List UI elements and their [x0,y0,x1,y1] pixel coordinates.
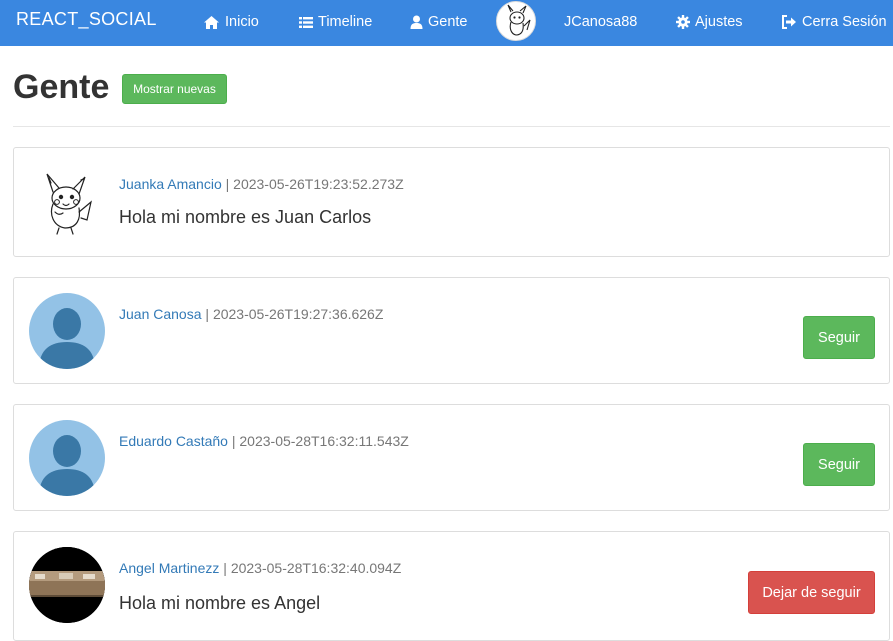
nav-label-gente: Gente [428,14,468,30]
post-meta: Angel Martinezz | 2023-05-28T16:32:40.09… [119,560,401,576]
person-avatar[interactable] [29,547,105,623]
unfollow-button[interactable]: Dejar de seguir [748,571,875,614]
list-icon [299,16,313,29]
post-timestamp: 2023-05-26T19:23:52.273Z [233,176,404,192]
nav-item-logout[interactable]: Cerra Sesión [781,11,887,33]
nav-user-avatar[interactable] [496,1,536,41]
nav-label-logout: Cerra Sesión [802,14,887,30]
meta-separator: | [205,306,210,322]
people-list-item: Angel Martinezz | 2023-05-28T16:32:40.09… [13,531,890,641]
user-icon [410,15,423,29]
meta-separator: | [231,433,236,449]
author-link[interactable]: Angel Martinezz [119,560,219,576]
author-link[interactable]: Juanka Amancio [119,176,222,192]
nav-label-ajustes: Ajustes [695,14,743,30]
page-title: Gente [13,68,110,106]
top-navbar: REACT_SOCIAL Inicio Timeline Gente JCano… [0,0,893,46]
meta-separator: | [225,176,230,192]
post-timestamp: 2023-05-28T16:32:40.094Z [230,560,402,576]
post-meta: Juanka Amancio | 2023-05-26T19:23:52.273… [119,176,404,192]
people-list-item: Eduardo Castaño | 2023-05-28T16:32:11.54… [13,404,890,511]
nav-item-ajustes[interactable]: Ajustes [676,11,743,33]
post-timestamp: 2023-05-28T16:32:11.543Z [239,433,409,449]
nav-label-timeline: Timeline [318,14,373,30]
show-new-button[interactable]: Mostrar nuevas [122,74,227,104]
nav-username[interactable]: JCanosa88 [564,11,637,33]
author-link[interactable]: Juan Canosa [119,306,202,322]
post-timestamp: 2023-05-26T19:27:36.626Z [212,306,384,322]
people-list-item: Juanka Amancio | 2023-05-26T19:23:52.273… [13,147,890,257]
person-avatar[interactable] [29,164,105,240]
post-meta: Juan Canosa | 2023-05-26T19:27:36.626Z [119,306,383,322]
follow-button[interactable]: Seguir [803,443,875,486]
author-link[interactable]: Eduardo Castaño [119,433,228,449]
sign-out-icon [781,15,797,29]
home-icon [203,15,220,30]
person-avatar[interactable] [29,420,105,496]
follow-button[interactable]: Seguir [803,316,875,359]
person-avatar[interactable] [29,293,105,369]
post-meta: Eduardo Castaño | 2023-05-28T16:32:11.54… [119,433,409,449]
nav-item-inicio[interactable]: Inicio [203,11,259,33]
brand-logo[interactable]: REACT_SOCIAL [16,9,157,30]
gear-icon [676,15,690,29]
people-list-item: Juan Canosa | 2023-05-26T19:27:36.626Z S… [13,277,890,384]
meta-separator: | [223,560,227,576]
nav-item-gente[interactable]: Gente [410,11,468,33]
person-bio: Hola mi nombre es Juan Carlos [119,207,372,227]
nav-label-inicio: Inicio [225,14,259,30]
header-divider [13,126,890,127]
nav-item-timeline[interactable]: Timeline [299,11,372,33]
person-bio: Hola mi nombre es Angel [119,593,321,613]
